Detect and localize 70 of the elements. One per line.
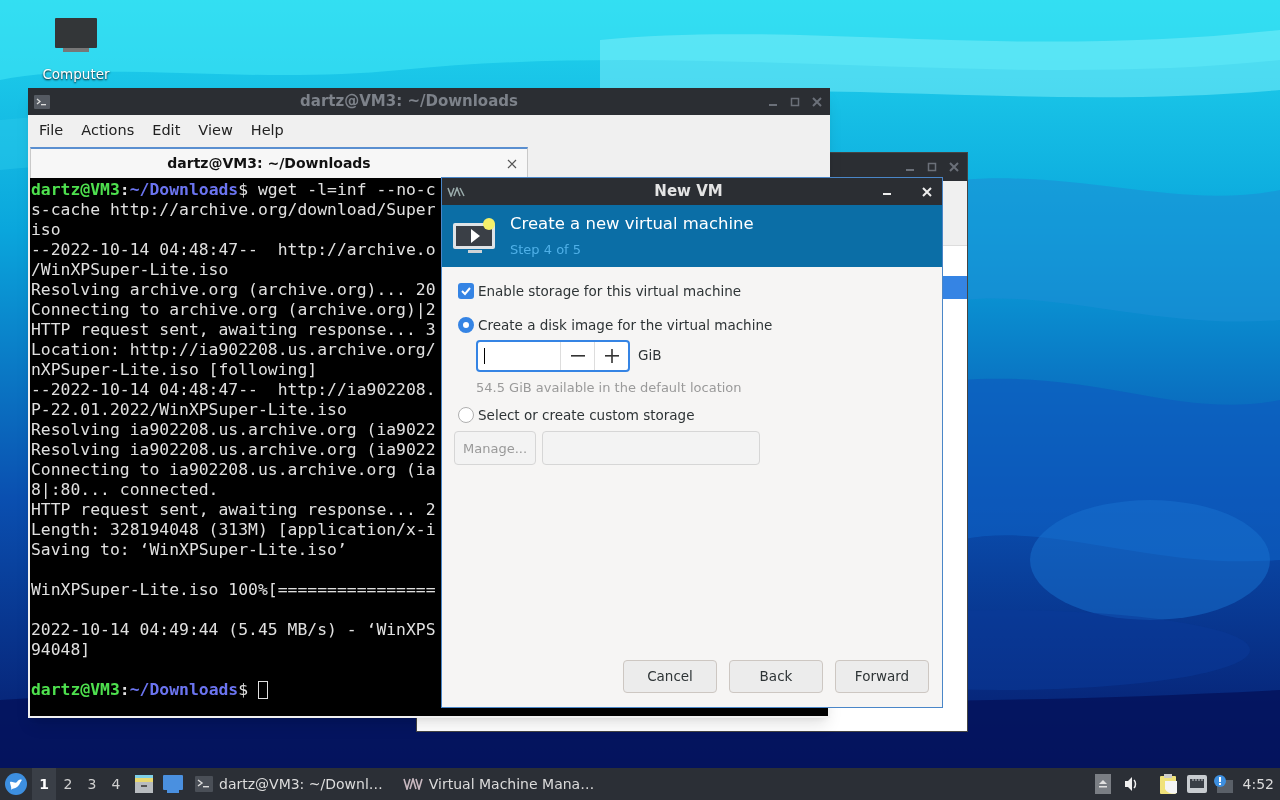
terminal-line: Length: 328194048 (313M) [application/x-i [31, 520, 436, 540]
dialog-button[interactable]: Back [729, 660, 823, 693]
window-title: dartz@VM3: ~/Downloads [300, 91, 518, 113]
terminal-line: dartz@VM3:~/Downloads$ wget -l=inf --no-c [31, 180, 436, 200]
radio-label: Select or create custom storage [478, 406, 695, 425]
clipboard-icon[interactable] [1158, 773, 1179, 795]
checkbox-label: Enable storage for this virtual machine [478, 282, 742, 301]
terminal-line: --2022-10-14 04:48:47-- http://archive.o [31, 240, 436, 260]
dialog-button[interactable]: Forward [835, 660, 929, 693]
dialog-heading: Create a new virtual machine [510, 213, 754, 236]
terminal-line: Connecting to archive.org (archive.org)|2 [31, 300, 436, 320]
file-cabinet-icon[interactable] [134, 774, 154, 794]
menu-item[interactable]: File [32, 120, 71, 142]
terminal-line: Resolving ia902208.us.archive.org (ia9022 [31, 440, 436, 460]
close-icon[interactable] [507, 158, 517, 169]
terminal-line: Location: http://ia902208.us.archive.org/ [31, 340, 436, 360]
terminal-line: P-22.01.2022/WinXPSuper-Lite.iso [31, 400, 347, 420]
taskbar-task[interactable]: Virtual Machine Mana… [402, 768, 603, 800]
radio-button[interactable] [458, 317, 474, 334]
menu-item[interactable]: Actions [74, 120, 142, 142]
disk-size-spinner[interactable] [476, 339, 630, 372]
maximize-icon[interactable] [790, 96, 800, 107]
terminal-line: s-cache http://archive.org/download/Super [31, 200, 436, 220]
terminal-line: 8|:80... connected. [31, 480, 219, 500]
step-label: Step 4 of 5 [510, 241, 583, 260]
terminal-line: Resolving archive.org (archive.org)... 20 [31, 280, 436, 300]
maximize-icon[interactable] [927, 162, 937, 172]
terminal-line: Connecting to ia902208.us.archive.org (ia [31, 460, 436, 480]
hint-text: 54.5 GiB available in the default location [476, 378, 743, 397]
workspace-switch[interactable]: 2 [56, 768, 80, 800]
monitor-play-icon [452, 216, 498, 256]
terminal-line: 94048] [31, 640, 91, 660]
unit-label: GiB [638, 346, 662, 366]
window-title: New VM [654, 181, 723, 203]
workspace-switch[interactable]: 1 [32, 768, 56, 800]
clock: 4:52 [1242, 774, 1274, 794]
terminal-line: /WinXPSuper-Lite.iso [31, 260, 229, 280]
vm-logo-icon [402, 778, 423, 790]
menu-item[interactable]: Edit [145, 120, 188, 142]
menu-item[interactable]: Help [243, 120, 291, 142]
terminal-line: --2022-10-14 04:48:47-- http://ia902208. [31, 380, 436, 400]
terminal-icon [34, 94, 50, 109]
terminal-line: 2022-10-14 04:49:44 (5.45 MB/s) - ‘WinXPS [31, 620, 436, 640]
terminal-line: dartz@VM3:~/Downloads$ [31, 680, 268, 700]
terminal-icon [195, 776, 213, 792]
storage-path-field[interactable] [542, 431, 761, 466]
taskbar-task[interactable]: dartz@VM3: ~/Downl… [195, 768, 391, 800]
terminal-line: HTTP request sent, awaiting response... 3 [31, 320, 436, 340]
workspace-switch[interactable]: 4 [104, 768, 128, 800]
desktop-icon[interactable] [163, 775, 183, 793]
terminal-line: Resolving ia902208.us.archive.org (ia9022 [31, 420, 436, 440]
workspace-switch[interactable]: 3 [80, 768, 104, 800]
terminal-line: nXPSuper-Lite.iso [following] [31, 360, 318, 380]
radio-button[interactable] [458, 407, 474, 424]
computer-icon[interactable] [55, 18, 97, 54]
terminal-line: iso [31, 220, 61, 240]
radio-label: Create a disk image for the virtual machine [478, 316, 773, 336]
terminal-line: Saving to: ‘WinXPSuper-Lite.iso’ [31, 540, 347, 560]
checkbox[interactable] [458, 283, 474, 300]
dialog-button[interactable]: Cancel [623, 660, 717, 693]
terminal-line: WinXPSuper-Lite.iso 100%[================ [31, 580, 436, 600]
terminal-line: HTTP request sent, awaiting response... 2 [31, 500, 436, 520]
menu-item[interactable]: View [191, 120, 240, 142]
network-icon[interactable] [1186, 775, 1207, 793]
vm-logo-icon [447, 186, 465, 197]
terminal-tab[interactable]: dartz@VM3: ~/Downloads [30, 147, 528, 178]
plus-icon[interactable] [604, 348, 619, 363]
start-menu-icon[interactable] [5, 773, 27, 795]
notification-icon[interactable] [1212, 774, 1233, 794]
eject-icon[interactable] [1094, 774, 1111, 794]
